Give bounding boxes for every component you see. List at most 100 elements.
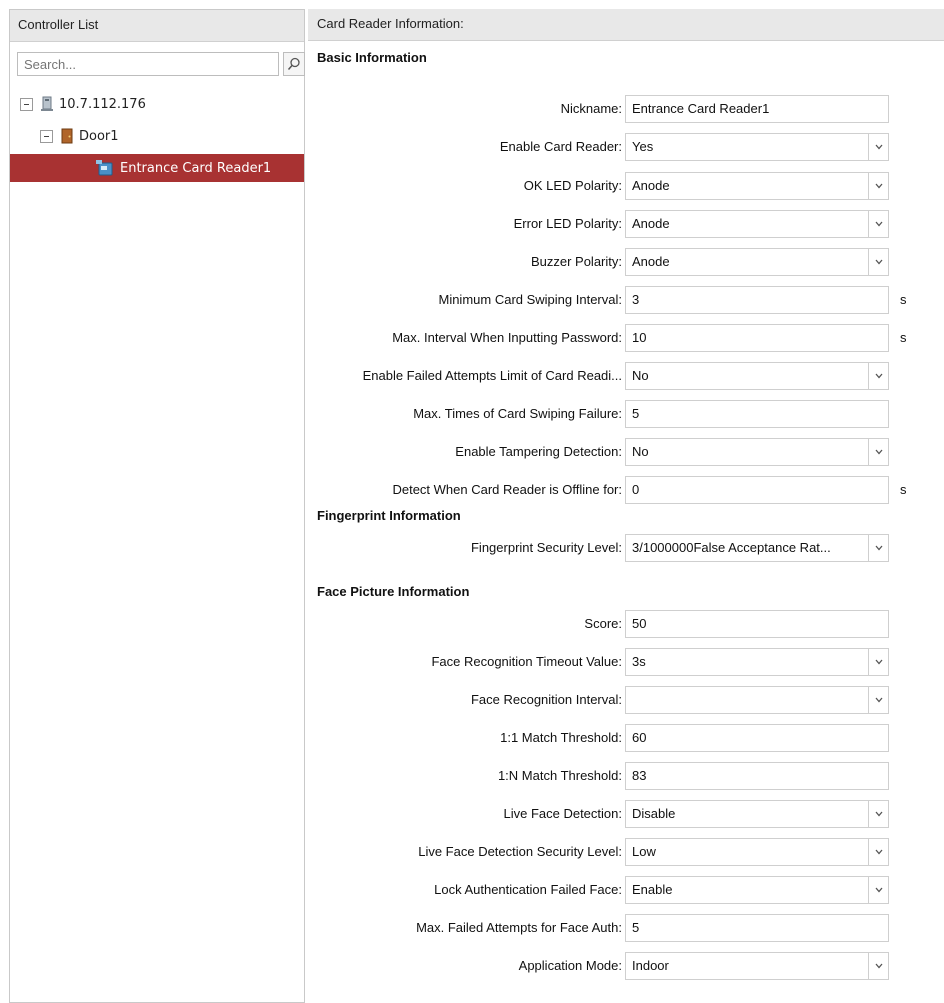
tree-item-card-reader[interactable]: Entrance Card Reader1 [10, 154, 304, 182]
dropdown-arrow-button[interactable] [868, 249, 888, 275]
dropdown-field[interactable]: Indoor [625, 952, 889, 980]
field-label: Score: [584, 616, 622, 631]
controller-label: 10.7.112.176 [59, 96, 146, 112]
dropdown-arrow-button[interactable] [868, 211, 888, 237]
dropdown-field[interactable]: Low [625, 838, 889, 866]
dropdown-field[interactable]: Anode [625, 248, 889, 276]
field-value: 5 [632, 406, 640, 421]
chevron-down-icon [875, 373, 882, 379]
collapse-toggle[interactable] [40, 129, 53, 143]
unit-label: s [900, 482, 907, 497]
chevron-down-icon [875, 259, 882, 265]
field-value: 0 [632, 482, 640, 497]
field-label: 1:N Match Threshold: [497, 768, 622, 783]
search-button[interactable] [283, 52, 305, 76]
field-label: Max. Interval When Inputting Password: [392, 330, 622, 345]
text-field[interactable]: 60 [625, 724, 889, 752]
card-reader-info-panel: Card Reader Information: Basic Informati… [308, 9, 944, 1003]
dropdown-arrow-button[interactable] [868, 439, 888, 465]
chevron-down-icon [875, 183, 882, 189]
text-field[interactable]: 3 [625, 286, 889, 314]
field-label: Enable Card Reader: [499, 139, 622, 154]
field-label: Minimum Card Swiping Interval: [438, 292, 622, 307]
text-field[interactable]: 5 [625, 914, 889, 942]
dropdown-arrow-button[interactable] [868, 535, 888, 561]
field-value: 50 [632, 616, 647, 631]
dropdown-arrow-button[interactable] [868, 173, 888, 199]
field-label: Enable Failed Attempts Limit of Card Rea… [362, 368, 622, 383]
field-value: Disable [632, 806, 676, 821]
chevron-down-icon [875, 144, 882, 150]
unit-label: s [900, 292, 907, 307]
section-title-basic: Basic Information [317, 50, 427, 65]
field-value: 3s [632, 654, 646, 669]
dropdown-arrow-button[interactable] [868, 134, 888, 160]
field-value: No [632, 444, 649, 459]
dropdown-field[interactable]: No [625, 362, 889, 390]
dropdown-field[interactable] [625, 686, 889, 714]
field-label: Max. Times of Card Swiping Failure: [413, 406, 622, 421]
field-label: Nickname: [560, 101, 622, 116]
collapse-toggle[interactable] [20, 97, 33, 111]
field-label: Live Face Detection Security Level: [418, 844, 622, 859]
chevron-down-icon [875, 887, 882, 893]
text-field[interactable]: Entrance Card Reader1 [625, 95, 889, 123]
field-value: Anode [632, 178, 670, 193]
field-value: Anode [632, 216, 670, 231]
dropdown-field[interactable]: Anode [625, 172, 889, 200]
dropdown-arrow-button[interactable] [868, 839, 888, 865]
chevron-down-icon [875, 697, 882, 703]
tree-item-door[interactable]: Door1 [40, 122, 119, 150]
field-value: Low [632, 844, 656, 859]
chevron-down-icon [875, 221, 882, 227]
dropdown-arrow-button[interactable] [868, 649, 888, 675]
chevron-down-icon [875, 849, 882, 855]
card-reader-info-header: Card Reader Information: [308, 9, 944, 41]
unit-label: s [900, 330, 907, 345]
dropdown-arrow-button[interactable] [868, 953, 888, 979]
field-value: 3/1000000False Acceptance Rat... [632, 540, 831, 555]
dropdown-field[interactable]: 3s [625, 648, 889, 676]
dropdown-field[interactable]: Enable [625, 876, 889, 904]
field-label: Face Recognition Timeout Value: [431, 654, 622, 669]
field-label: Enable Tampering Detection: [455, 444, 622, 459]
dropdown-arrow-button[interactable] [868, 363, 888, 389]
dropdown-arrow-button[interactable] [868, 877, 888, 903]
text-field[interactable]: 83 [625, 762, 889, 790]
card-reader-label: Entrance Card Reader1 [120, 160, 272, 176]
dropdown-field[interactable]: 3/1000000False Acceptance Rat... [625, 534, 889, 562]
field-value: Anode [632, 254, 670, 269]
field-label: OK LED Polarity: [523, 178, 622, 193]
section-title-face: Face Picture Information [317, 584, 470, 599]
dropdown-arrow-button[interactable] [868, 801, 888, 827]
field-label: Detect When Card Reader is Offline for: [392, 482, 622, 497]
field-value: Yes [632, 139, 654, 154]
text-field[interactable]: 5 [625, 400, 889, 428]
card-reader-icon [96, 160, 113, 176]
dropdown-field[interactable]: Anode [625, 210, 889, 238]
text-field[interactable]: 10 [625, 324, 889, 352]
field-label: Fingerprint Security Level: [470, 540, 622, 555]
text-field[interactable]: 50 [625, 610, 889, 638]
text-field[interactable]: 0 [625, 476, 889, 504]
door-icon [61, 128, 73, 144]
field-label: Max. Failed Attempts for Face Auth: [416, 920, 622, 935]
chevron-down-icon [875, 659, 882, 665]
field-value: 83 [632, 768, 647, 783]
search-input[interactable] [17, 52, 279, 76]
chevron-down-icon [875, 811, 882, 817]
field-value: No [632, 368, 649, 383]
dropdown-field[interactable]: No [625, 438, 889, 466]
chevron-down-icon [875, 545, 882, 551]
search-row [17, 52, 305, 76]
field-value: 60 [632, 730, 647, 745]
section-title-fingerprint: Fingerprint Information [317, 508, 461, 523]
search-icon [287, 57, 300, 70]
dropdown-arrow-button[interactable] [868, 687, 888, 713]
dropdown-field[interactable]: Yes [625, 133, 889, 161]
field-label: 1:1 Match Threshold: [500, 730, 622, 745]
tree-item-controller[interactable]: 10.7.112.176 [20, 90, 146, 118]
field-value: Entrance Card Reader1 [632, 101, 770, 116]
dropdown-field[interactable]: Disable [625, 800, 889, 828]
field-label: Lock Authentication Failed Face: [434, 882, 622, 897]
